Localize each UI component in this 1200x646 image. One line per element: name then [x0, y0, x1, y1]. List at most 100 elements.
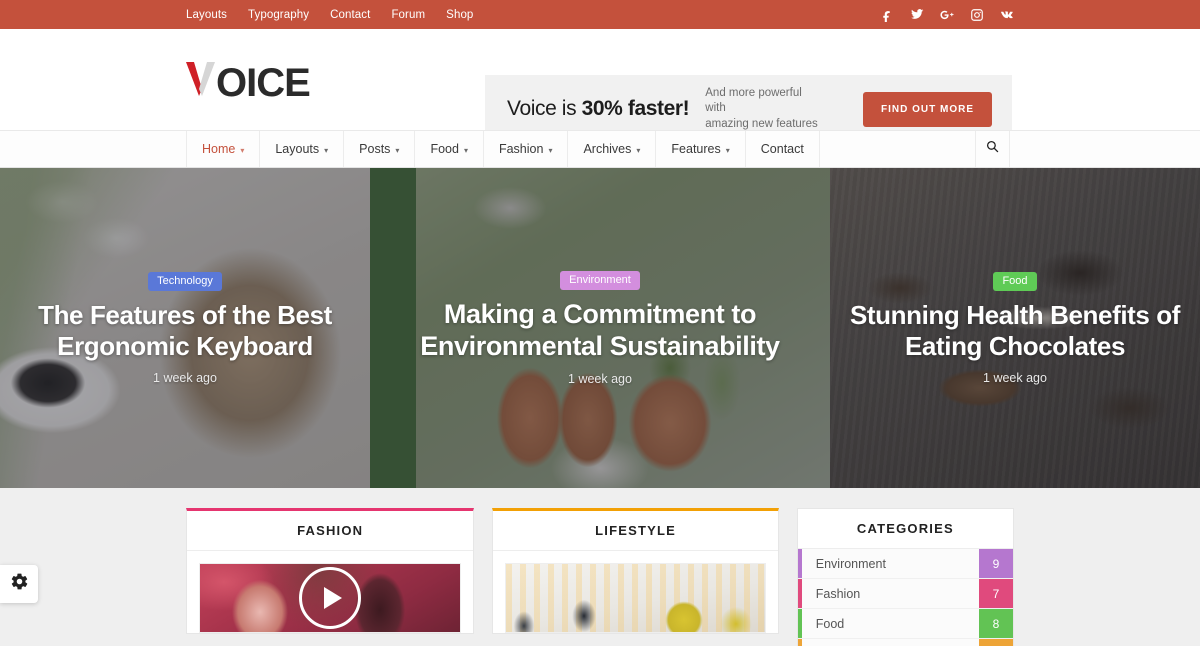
play-triangle	[323, 587, 342, 609]
nav-item-features-label: Features	[671, 142, 721, 156]
category-count-food: 8	[979, 609, 1013, 638]
promo-banner-headline: Voice is 30% faster!	[507, 97, 690, 121]
chevron-down-icon: ▾	[395, 145, 400, 155]
top-bar-nav: Layouts Typography Contact Forum Shop	[186, 9, 473, 21]
top-bar-social-links	[880, 8, 1014, 22]
hero-slide-2-title-line-2: Environmental Sustainability	[420, 331, 780, 362]
top-nav-link-typography[interactable]: Typography	[248, 9, 309, 21]
nav-item-archives-label: Archives	[583, 142, 632, 156]
hero-slide-2-content: Environment Making a Commitment to Envir…	[370, 270, 830, 386]
nav-item-posts[interactable]: Posts ▾	[344, 131, 416, 167]
hero-slide-1-title-line-1: The Features of the Best	[38, 300, 332, 331]
nav-item-contact-label: Contact	[760, 142, 804, 156]
logo-v-mark	[186, 56, 216, 96]
nav-item-food[interactable]: Food ▾	[415, 131, 484, 167]
chevron-down-icon: ▾	[636, 145, 641, 155]
play-button-icon[interactable]	[299, 567, 362, 629]
category-row-lifestyle[interactable]: Lifestyle 9	[797, 639, 1013, 646]
hero-slide-3-timestamp: 1 week ago	[983, 370, 1047, 385]
instagram-icon[interactable]	[970, 8, 984, 22]
lifestyle-post-thumbnail[interactable]	[505, 563, 766, 633]
lifestyle-block-title: LIFESTYLE	[493, 511, 778, 551]
twitter-icon[interactable]	[910, 8, 924, 22]
top-nav-link-contact[interactable]: Contact	[330, 9, 370, 21]
nav-item-layouts[interactable]: Layouts ▾	[260, 131, 345, 167]
hero-slide-food[interactable]: Food Stunning Health Benefits of Eating …	[830, 168, 1200, 488]
hero-slide-1-title-line-2: Ergonomic Keyboard	[57, 331, 313, 362]
nav-item-home[interactable]: Home ▾	[186, 131, 261, 167]
top-nav-link-layouts[interactable]: Layouts	[186, 9, 227, 21]
hero-slide-3-title-line-2: Eating Chocolates	[904, 331, 1125, 362]
category-row-food[interactable]: Food 8	[797, 609, 1013, 639]
nav-item-fashion[interactable]: Fashion ▾	[484, 131, 569, 167]
hero-slider: Technology The Features of the Best Ergo…	[0, 168, 1200, 488]
promo-banner-subtext: And more powerful with amazing new featu…	[705, 86, 825, 133]
facebook-icon[interactable]	[880, 8, 894, 22]
categories-widget-title: CATEGORIES	[797, 509, 1013, 549]
category-label-food: Food	[815, 616, 845, 631]
fashion-block: FASHION	[186, 508, 475, 634]
category-label-fashion: Fashion	[815, 586, 861, 601]
nav-tail	[1010, 131, 1200, 167]
hero-slide-1-timestamp: 1 week ago	[153, 370, 217, 385]
find-out-more-button[interactable]: FIND OUT MORE	[863, 91, 992, 127]
logo-text: OICE	[216, 61, 311, 105]
nav-item-food-label: Food	[430, 142, 459, 156]
hero-slide-environment[interactable]: Environment Making a Commitment to Envir…	[370, 168, 830, 488]
nav-item-features[interactable]: Features ▾	[656, 131, 746, 167]
hero-slide-2-category-badge[interactable]: Environment	[560, 271, 640, 291]
hero-slide-3-category-badge[interactable]: Food	[993, 272, 1037, 292]
fashion-block-title: FASHION	[187, 511, 474, 551]
category-row-environment[interactable]: Environment 9	[797, 549, 1013, 579]
hero-slide-1-title[interactable]: The Features of the Best Ergonomic Keybo…	[12, 300, 358, 361]
top-nav-link-shop[interactable]: Shop	[446, 9, 473, 21]
google-plus-icon[interactable]	[940, 8, 954, 22]
settings-button[interactable]	[0, 565, 38, 603]
promo-subtext-line-1: And more powerful with	[705, 86, 802, 115]
search-button[interactable]	[976, 131, 1010, 167]
chevron-down-icon: ▾	[240, 145, 245, 155]
hero-slide-2-timestamp: 1 week ago	[568, 371, 632, 386]
hero-slide-3-title-line-1: Stunning Health Benefits of	[849, 300, 1181, 331]
main-navigation: Home ▾ Layouts ▾ Posts ▾ Food ▾ Fashion …	[0, 130, 1200, 168]
hero-slide-1-content: Technology The Features of the Best Ergo…	[0, 271, 370, 385]
site-header: OICE Voice is 30% faster! And more power…	[0, 29, 1200, 143]
category-count-lifestyle: 9	[979, 639, 1013, 646]
categories-widget: CATEGORIES Environment 9 Fashion 7 Food …	[796, 508, 1014, 646]
search-icon	[986, 140, 999, 158]
chevron-down-icon: ▾	[725, 145, 730, 155]
chevron-down-icon: ▾	[463, 145, 468, 155]
nav-item-layouts-label: Layouts	[275, 142, 320, 156]
category-label-lifestyle: Lifestyle	[802, 639, 979, 646]
nav-item-archives[interactable]: Archives ▾	[568, 131, 657, 167]
site-logo[interactable]: OICE	[186, 56, 311, 105]
lifestyle-block-body	[493, 551, 777, 633]
chevron-down-icon: ▾	[548, 145, 553, 155]
gear-icon	[10, 572, 29, 596]
promo-headline-bold: 30% faster!	[581, 97, 690, 120]
sidebar: CATEGORIES Environment 9 Fashion 7 Food …	[796, 508, 1014, 646]
hero-slide-2-title[interactable]: Making a Commitment to Environmental Sus…	[382, 299, 818, 363]
nav-item-home-label: Home	[202, 142, 236, 156]
fashion-post-thumbnail[interactable]	[199, 563, 462, 633]
hero-slide-technology[interactable]: Technology The Features of the Best Ergo…	[0, 168, 370, 488]
category-label-environment: Environment	[815, 556, 886, 571]
content-area: FASHION LIFESTYLE CATEGORIES Environment…	[0, 488, 1200, 646]
category-count-fashion: 7	[979, 579, 1013, 608]
nav-item-posts-label: Posts	[359, 142, 391, 156]
lifestyle-block: LIFESTYLE	[492, 508, 779, 634]
top-nav-link-forum[interactable]: Forum	[391, 9, 425, 21]
lifestyle-thumb-image	[506, 564, 765, 632]
nav-spacer	[820, 131, 976, 167]
category-count-environment: 9	[979, 549, 1013, 578]
hero-slide-3-title[interactable]: Stunning Health Benefits of Eating Choco…	[842, 300, 1188, 361]
nav-item-contact[interactable]: Contact	[746, 131, 820, 167]
category-row-fashion[interactable]: Fashion 7	[797, 579, 1013, 609]
nav-item-fashion-label: Fashion	[498, 142, 544, 156]
promo-headline-light: Voice is	[507, 97, 582, 120]
hero-slide-1-category-badge[interactable]: Technology	[148, 272, 222, 292]
vk-icon[interactable]	[1000, 8, 1014, 22]
chevron-down-icon: ▾	[324, 145, 329, 155]
hero-slide-3-content: Food Stunning Health Benefits of Eating …	[830, 271, 1200, 385]
top-bar: Layouts Typography Contact Forum Shop	[0, 0, 1200, 29]
